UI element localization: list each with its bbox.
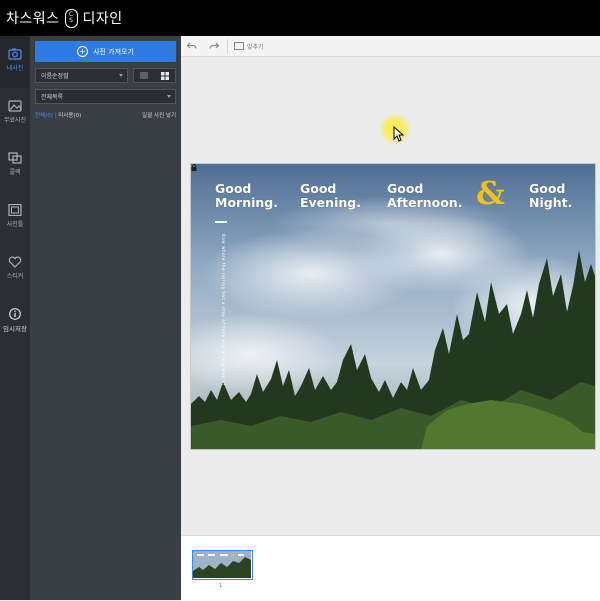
- undo-icon: [187, 42, 197, 49]
- icon-rail: 내사진 무료사진 콜렉 사진틀 스티커 임시저장: [0, 36, 30, 600]
- fit-icon: [234, 42, 244, 50]
- greeting-morning: Good Morning.: [215, 181, 278, 210]
- filter-row: 전체(0) | 미사용(0) 일괄 사진 넣기: [35, 111, 176, 119]
- rail-label: 스티커: [6, 273, 24, 280]
- list-view-icon: [140, 72, 149, 79]
- rail-label: 무료사진: [3, 117, 27, 124]
- ampersand-mark: &: [476, 174, 505, 212]
- rail-item-free-photos[interactable]: 무료사진: [0, 88, 30, 140]
- heart-icon: [8, 256, 22, 268]
- rail-label: 임시저장: [3, 325, 27, 333]
- rail-item-temp-save[interactable]: 임시저장: [0, 296, 30, 348]
- chevron-down-icon: [119, 74, 123, 77]
- rail-item-stickers[interactable]: 스티커: [0, 244, 30, 296]
- chevron-down-icon: [167, 95, 171, 98]
- view-toggle: [133, 68, 176, 83]
- greeting-afternoon: Good Afternoon.: [387, 181, 463, 210]
- sort-select[interactable]: 이름순정렬: [35, 68, 128, 83]
- filter-all-link[interactable]: 전체(0): [35, 113, 53, 119]
- rail-item-frames[interactable]: 사진틀: [0, 192, 30, 244]
- thumbnail-image: [193, 551, 251, 578]
- redo-button[interactable]: [203, 36, 225, 56]
- page-thumbnail[interactable]: [192, 550, 253, 580]
- title-bar: 차스워스 CS 디자인: [0, 0, 600, 36]
- editor-toolbar: 맞추기: [181, 36, 600, 57]
- lock-icon[interactable]: [191, 164, 197, 171]
- page-number: 1: [219, 583, 223, 589]
- grid-view-button[interactable]: [155, 69, 176, 82]
- import-photos-button[interactable]: + 사진 가져오기: [35, 41, 176, 62]
- toolbar-divider: [227, 39, 228, 53]
- app-title-right: 디자인: [82, 11, 123, 27]
- list-view-button[interactable]: [134, 69, 155, 82]
- greeting-evening: Good Evening.: [300, 181, 361, 210]
- brand-logo-icon: CS: [64, 8, 78, 28]
- auto-place-link[interactable]: 일괄 사진 넣기: [142, 111, 176, 119]
- mouse-cursor-icon: [393, 126, 404, 142]
- rail-item-collection[interactable]: 콜렉: [0, 140, 30, 192]
- greeting-night: Good Night.: [529, 181, 573, 210]
- folder-select[interactable]: 전체목록: [35, 89, 176, 104]
- rail-label: 내사진: [6, 65, 24, 72]
- frame-icon: [8, 204, 22, 216]
- undo-button[interactable]: [181, 36, 203, 56]
- page-filmstrip: 1: [181, 535, 600, 601]
- plus-icon: +: [77, 46, 89, 57]
- vertical-caption: Raw whole the rolling hat a stay of time…: [221, 234, 226, 386]
- app-title-left: 차스워스: [6, 11, 60, 27]
- rail-item-my-photos[interactable]: 내사진: [0, 36, 30, 88]
- rail-label: 사진틀: [6, 221, 24, 228]
- redo-icon: [209, 42, 219, 49]
- info-icon: [9, 308, 21, 320]
- photo-icon: [8, 48, 22, 60]
- design-page[interactable]: Good Morning. Good Evening. Good Afternoon.…: [190, 163, 596, 450]
- decorative-dash: [215, 221, 227, 223]
- free-photo-icon: [8, 100, 22, 112]
- rail-label: 콜렉: [9, 169, 21, 176]
- collection-icon: [8, 152, 22, 164]
- photo-panel: + 사진 가져오기 이름순정렬 전체목록 전체(0) | 미사용(0) 일괄 사…: [30, 36, 181, 600]
- filter-unused-link[interactable]: 미사용(0): [58, 113, 81, 119]
- fit-button[interactable]: 맞추기: [234, 42, 264, 51]
- grid-view-icon: [160, 71, 169, 80]
